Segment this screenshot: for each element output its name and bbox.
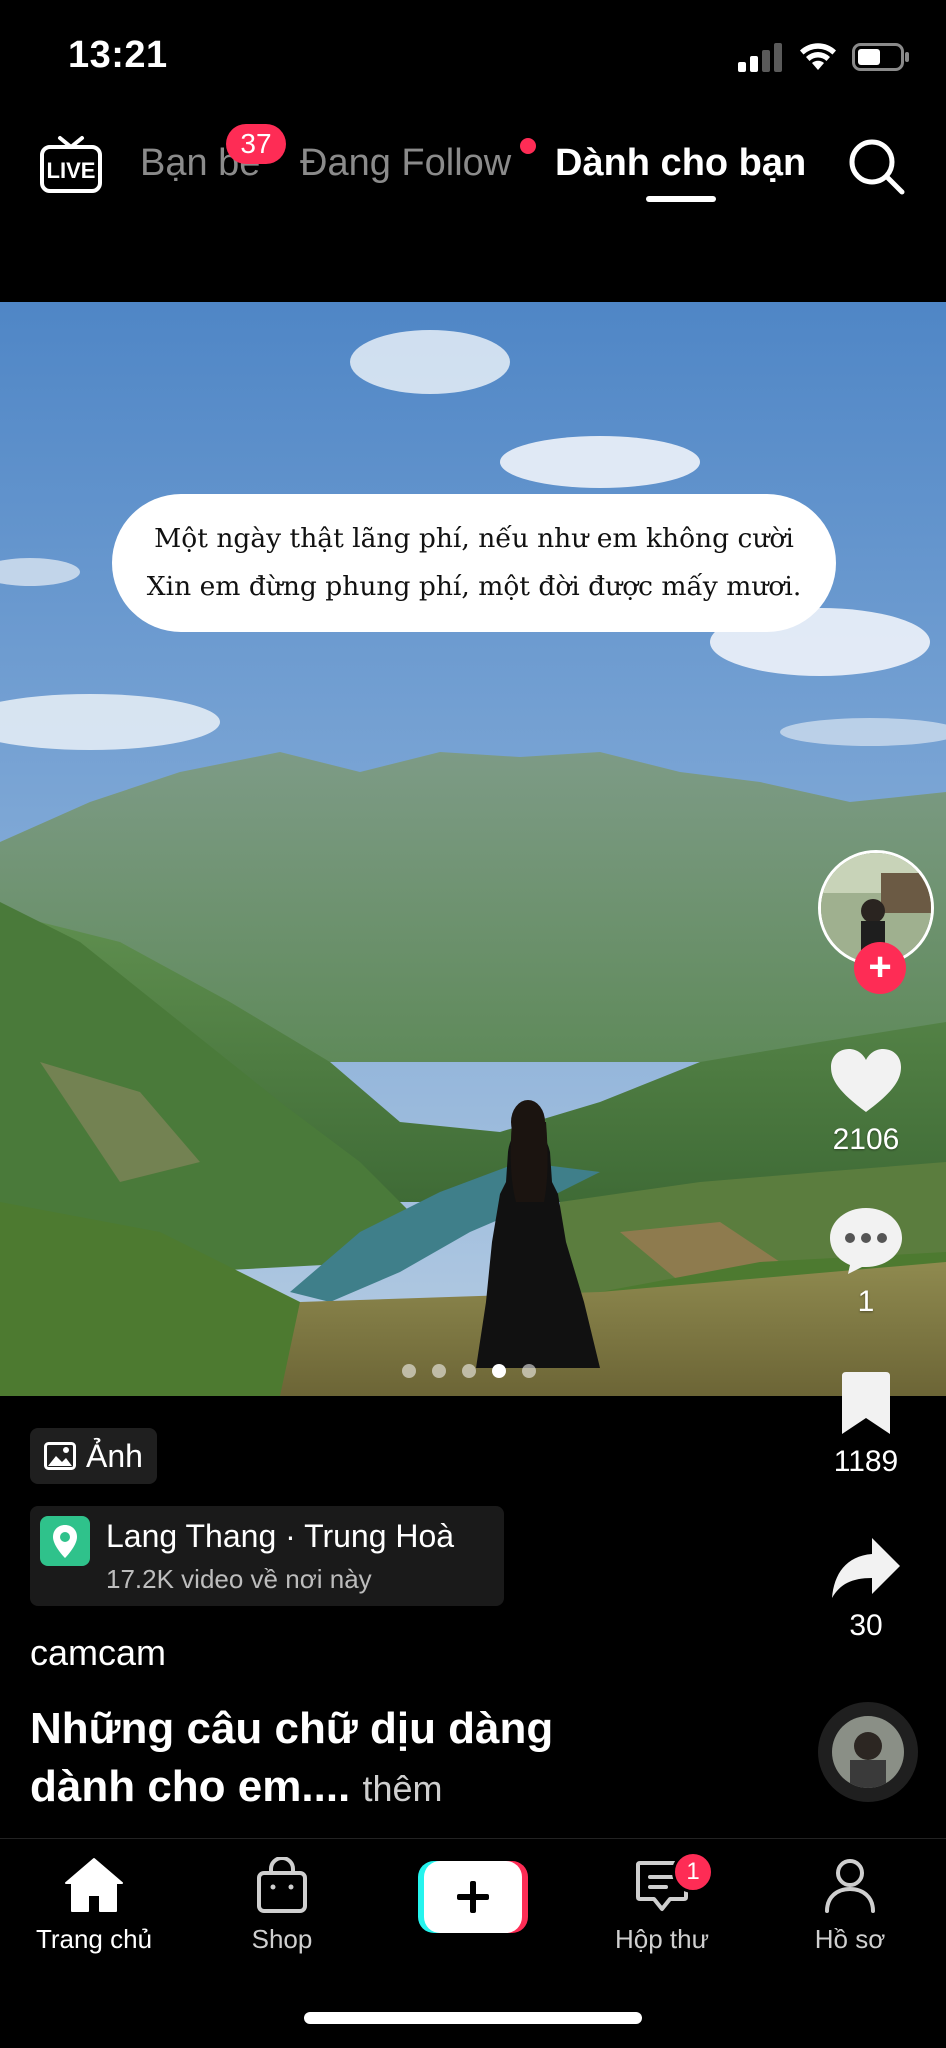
home-indicator[interactable] — [304, 2012, 642, 2024]
caption-more-link[interactable]: thêm — [363, 1768, 443, 1809]
author-username[interactable]: camcam — [30, 1632, 166, 1674]
bookmark-icon — [842, 1372, 890, 1434]
tab-home[interactable]: Trang chủ — [4, 1857, 184, 1955]
comment-count: 1 — [857, 1285, 875, 1318]
photo-type-label: Ảnh — [86, 1437, 143, 1474]
carousel-dot[interactable] — [432, 1364, 446, 1378]
share-arrow-icon — [832, 1538, 900, 1598]
location-title: Lang Thang · Trung Hoà — [106, 1518, 455, 1554]
inbox-badge: 1 — [672, 1851, 714, 1893]
carousel-dot-active[interactable] — [492, 1364, 506, 1378]
location-subtitle: 17.2K video về nơi này — [106, 1564, 372, 1594]
tab-profile[interactable]: Hồ sơ — [760, 1857, 940, 1955]
quote-line-2: Xin em đừng phung phí, một đời được mấy … — [146, 571, 802, 602]
save-action[interactable]: 1189 — [786, 1372, 946, 1479]
home-icon — [65, 1858, 123, 1912]
carousel-dots — [402, 1364, 536, 1378]
location-card[interactable]: Lang Thang · Trung Hoà 17.2K video về nơ… — [30, 1506, 504, 1606]
signal-icon — [738, 43, 782, 72]
music-disc[interactable] — [818, 1702, 918, 1802]
shopping-bag-icon — [257, 1856, 307, 1913]
tab-profile-label: Hồ sơ — [814, 1924, 886, 1954]
carousel-dot[interactable] — [402, 1364, 416, 1378]
tab-for-you[interactable]: Dành cho bạn — [555, 142, 806, 185]
comment-action[interactable]: 1 — [786, 1206, 946, 1319]
active-tab-underline — [646, 196, 716, 202]
quote-bubble: Một ngày thật lãng phí, nếu như em không… — [112, 494, 836, 632]
tab-home-label: Trang chủ — [35, 1924, 153, 1954]
top-nav: LIVE Bạn bè 37 Đang Follow Dành cho bạn — [0, 120, 946, 220]
svg-text:LIVE: LIVE — [47, 158, 96, 183]
location-pin-icon — [40, 1516, 90, 1566]
wifi-icon — [800, 43, 836, 70]
save-count: 1189 — [833, 1445, 899, 1478]
tab-inbox-label: Hộp thư — [614, 1924, 709, 1954]
image-icon — [44, 1442, 76, 1470]
friends-badge: 37 — [226, 124, 286, 164]
following-dot — [520, 138, 536, 154]
create-plus-button[interactable] — [418, 1861, 528, 1933]
heart-icon — [831, 1049, 901, 1112]
carousel-dot[interactable] — [522, 1364, 536, 1378]
tab-shop[interactable]: Shop — [192, 1856, 372, 1955]
status-time: 13:21 — [68, 34, 168, 76]
tab-shop-label: Shop — [251, 1924, 313, 1954]
tab-inbox[interactable]: 1 Hộp thư — [572, 1851, 752, 1955]
like-count: 2106 — [832, 1123, 900, 1156]
share-action[interactable]: 30 — [786, 1536, 946, 1643]
status-bar: 13:21 — [0, 0, 946, 110]
live-tv-icon[interactable]: LIVE — [38, 132, 104, 198]
battery-icon — [852, 43, 909, 71]
post-caption: Những câu chữ dịu dàng dành cho em.... t… — [30, 1700, 590, 1818]
like-action[interactable]: 2106 — [786, 1048, 946, 1157]
carousel-dot[interactable] — [462, 1364, 476, 1378]
profile-person-icon — [825, 1859, 875, 1913]
photo-type-tag: Ảnh — [30, 1428, 157, 1484]
comment-icon — [830, 1208, 902, 1274]
quote-line-1: Một ngày thật lãng phí, nếu như em không… — [154, 523, 794, 554]
follow-plus-button[interactable]: + — [854, 942, 906, 994]
caption-text: Những câu chữ dịu dàng dành cho em.... — [30, 1704, 554, 1811]
search-icon[interactable] — [844, 134, 908, 198]
status-icons — [738, 42, 910, 72]
share-count: 30 — [849, 1609, 883, 1642]
tab-following[interactable]: Đang Follow — [300, 142, 511, 185]
